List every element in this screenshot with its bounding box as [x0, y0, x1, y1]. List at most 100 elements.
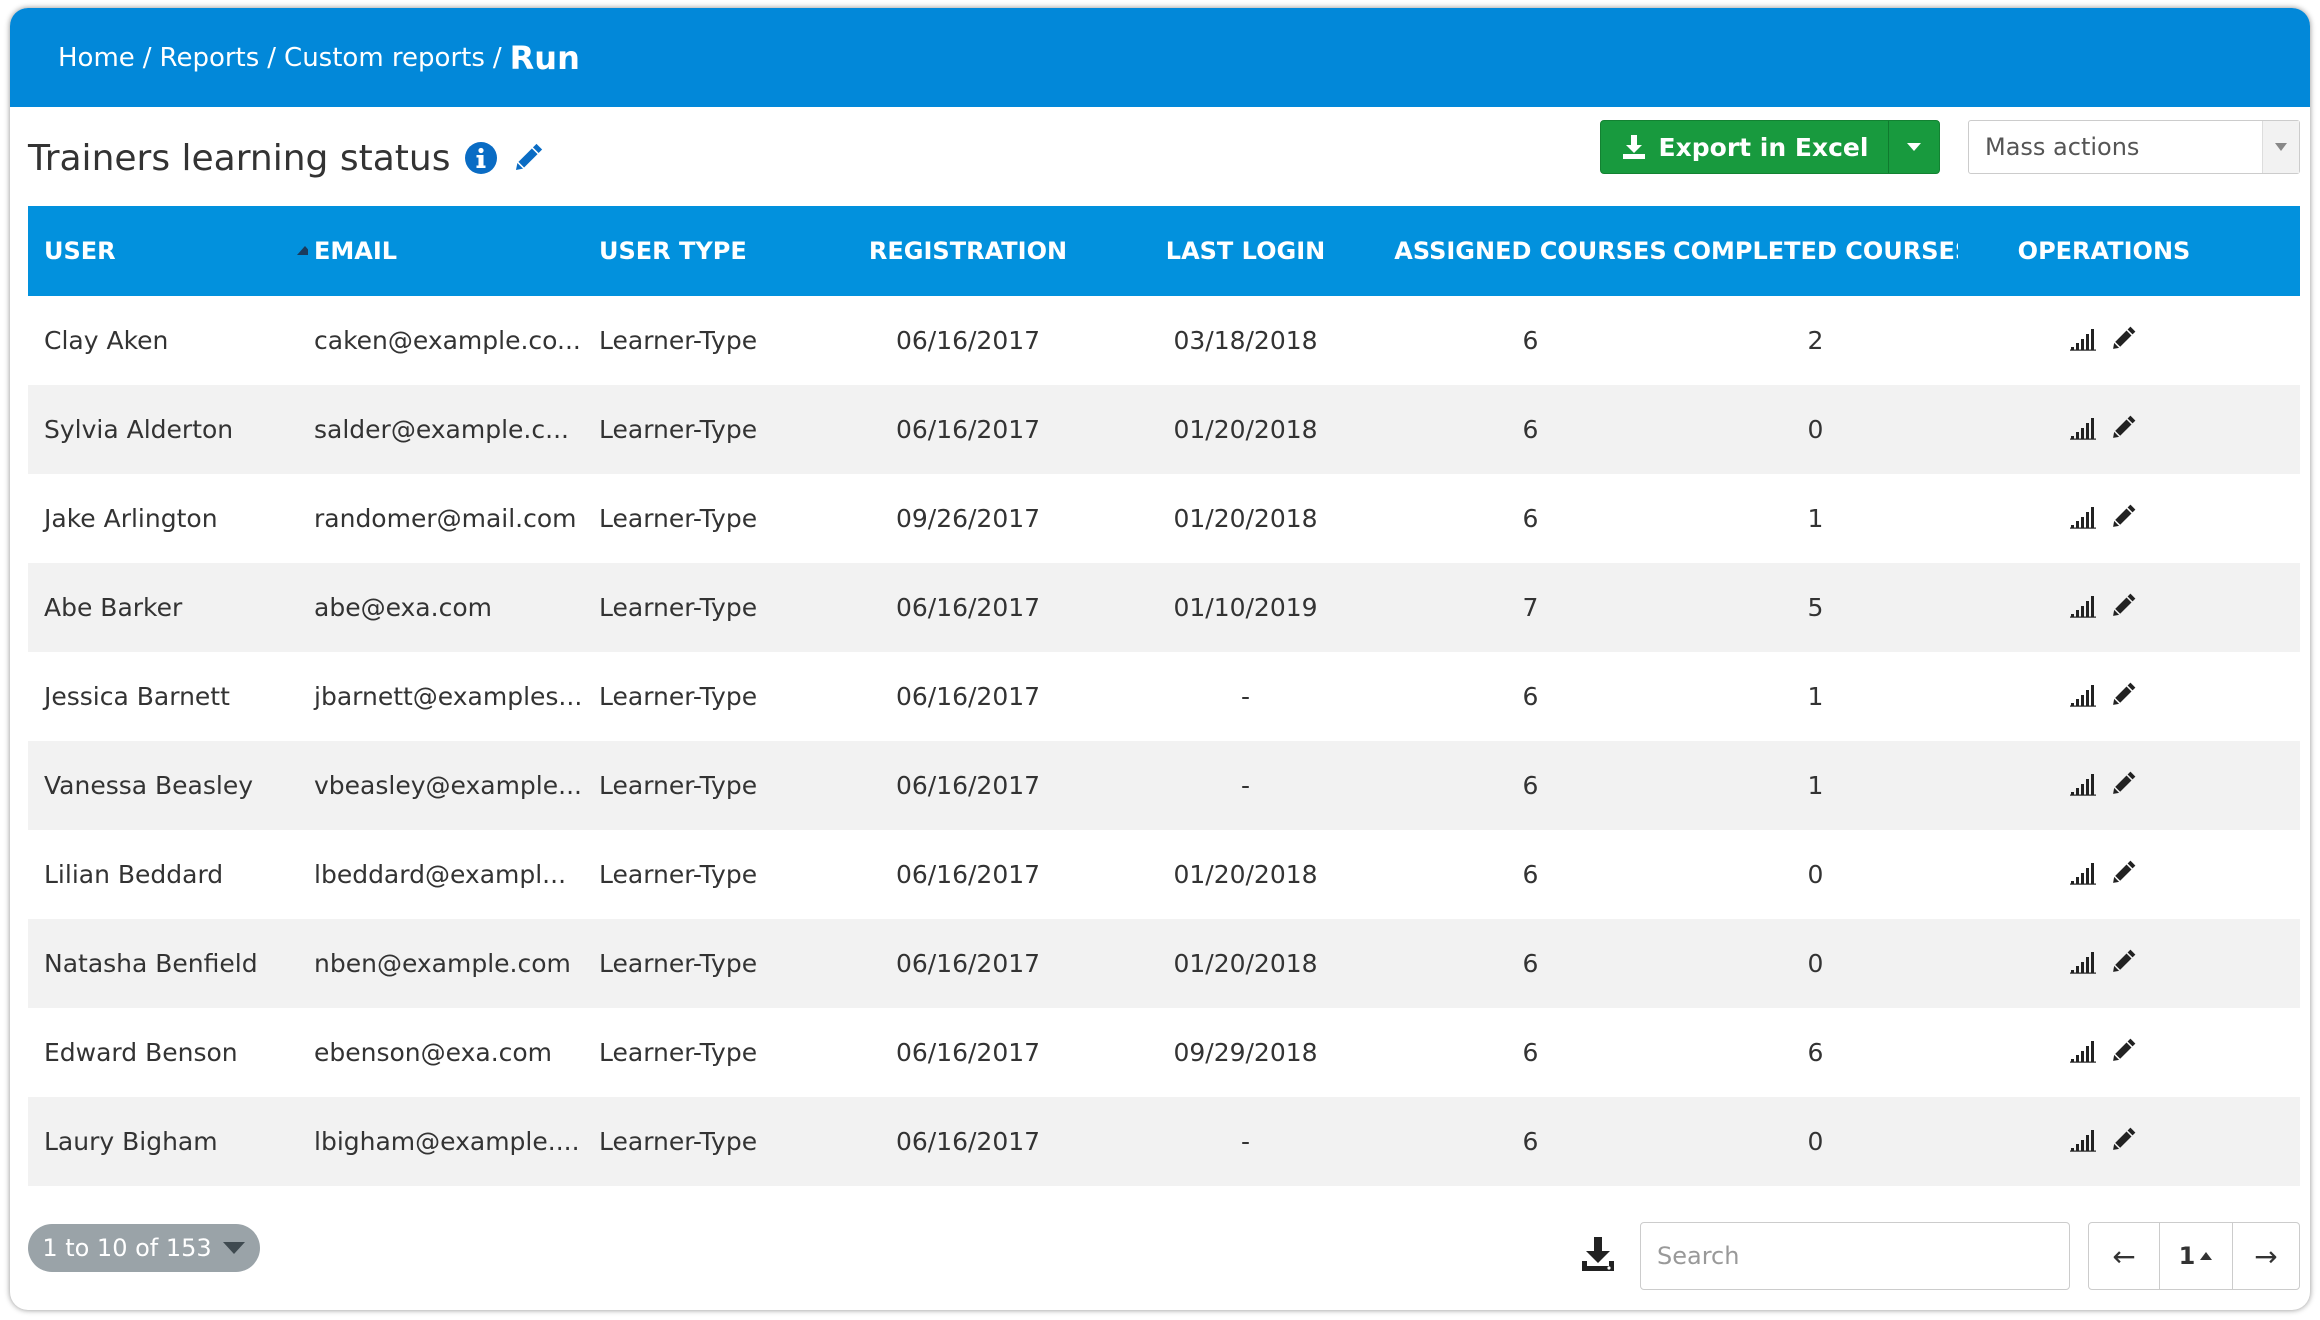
signal-bars-icon[interactable] [2070, 1128, 2100, 1152]
column-header-email[interactable]: EMAIL [308, 237, 593, 265]
cell-user-type: Learner-Type [599, 682, 758, 711]
pencil-icon[interactable] [2108, 1036, 2138, 1066]
export-excel-main[interactable]: Export in Excel [1601, 121, 1888, 173]
row-operations [2070, 680, 2138, 710]
table-row: Lilian Beddard lbeddard@exampl... Learner-… [28, 830, 2300, 919]
row-operations [2070, 1036, 2138, 1066]
column-header-user-type[interactable]: USER TYPE [593, 237, 833, 265]
signal-bars-icon[interactable] [2070, 861, 2100, 885]
column-header-completed-courses[interactable]: COMPLETED COURSES [1673, 237, 1958, 265]
cell-operations [1958, 413, 2250, 446]
signal-bars-icon[interactable] [2070, 1039, 2100, 1063]
page-range-label: 1 to 10 of 153 [42, 1234, 212, 1262]
cell-completed-courses: 1 [1807, 682, 1824, 711]
pencil-icon[interactable] [2108, 413, 2138, 443]
pencil-icon[interactable] [2108, 947, 2138, 977]
download-icon [1622, 135, 1645, 159]
column-header-operations: OPERATIONS [2017, 237, 2191, 265]
cell-completed-courses: 0 [1807, 1127, 1824, 1156]
caret-up-icon [2200, 1252, 2213, 1260]
signal-bars-icon[interactable] [2070, 772, 2100, 796]
breadcrumb-reports[interactable]: Reports [160, 43, 260, 73]
current-page-number: 1 [2178, 1242, 2196, 1270]
page-size-dropdown[interactable]: 1 to 10 of 153 [28, 1224, 260, 1272]
column-header-assigned-courses[interactable]: ASSIGNED COURSES [1388, 237, 1673, 265]
cell-assigned-courses: 6 [1522, 1127, 1539, 1156]
pencil-icon[interactable] [2108, 680, 2138, 710]
cell-operations [1958, 1125, 2250, 1158]
mass-actions-select[interactable]: Mass actions [1968, 120, 2300, 174]
cell-user: Sylvia Alderton [44, 415, 234, 444]
cell-user: Vanessa Beasley [44, 771, 254, 800]
row-operations [2070, 947, 2138, 977]
row-operations [2070, 413, 2138, 443]
breadcrumb: Home / Reports / Custom reports / Run [58, 8, 580, 107]
pencil-icon[interactable] [2108, 591, 2138, 621]
cell-assigned-courses: 6 [1522, 860, 1539, 889]
cell-operations [1958, 591, 2250, 624]
cell-completed-courses: 2 [1807, 326, 1824, 355]
title-row: Trainers learning status [28, 128, 546, 188]
column-header-user[interactable]: USER [28, 237, 308, 265]
caret-down-icon [1907, 143, 1921, 151]
cell-operations [1958, 947, 2250, 980]
cell-registration: 06/16/2017 [895, 1127, 1041, 1156]
cell-user-type: Learner-Type [599, 771, 758, 800]
export-excel-button[interactable]: Export in Excel [1600, 120, 1940, 174]
previous-page-button[interactable]: ← [2089, 1223, 2159, 1289]
sort-ascending-icon [297, 246, 308, 255]
cell-registration: 06/16/2017 [895, 860, 1041, 889]
cell-assigned-courses: 6 [1522, 771, 1539, 800]
signal-bars-icon[interactable] [2070, 950, 2100, 974]
cell-last-login: 01/20/2018 [1173, 415, 1318, 444]
breadcrumb-separator: / [142, 42, 152, 73]
column-header-label: USER [44, 237, 116, 265]
pencil-icon[interactable] [2108, 1125, 2138, 1155]
search-input[interactable] [1640, 1222, 2070, 1290]
signal-bars-icon[interactable] [2070, 327, 2100, 351]
pencil-icon[interactable] [2108, 324, 2138, 354]
app-window: Home / Reports / Custom reports / Run Tr… [10, 8, 2310, 1310]
pencil-icon[interactable] [2108, 769, 2138, 799]
signal-bars-icon[interactable] [2070, 683, 2100, 707]
signal-bars-icon[interactable] [2070, 505, 2100, 529]
cell-email: vbeasley@example... [314, 771, 582, 800]
breadcrumb-separator: / [267, 42, 277, 73]
cell-user: Laury Bigham [44, 1127, 218, 1156]
signal-bars-icon[interactable] [2070, 416, 2100, 440]
cell-assigned-courses: 6 [1522, 326, 1539, 355]
edit-report-pencil-icon[interactable] [510, 140, 546, 176]
next-page-button[interactable]: → [2233, 1223, 2299, 1289]
cell-email: nben@example.com [314, 949, 571, 978]
signal-bars-icon[interactable] [2070, 594, 2100, 618]
cell-completed-courses: 1 [1807, 771, 1824, 800]
cell-registration: 06/16/2017 [895, 682, 1041, 711]
row-operations [2070, 591, 2138, 621]
pencil-icon[interactable] [2108, 858, 2138, 888]
download-icon[interactable] [1578, 1235, 1618, 1275]
column-header-registration[interactable]: REGISTRATION [833, 237, 1103, 265]
cell-completed-courses: 5 [1807, 593, 1824, 622]
pencil-icon[interactable] [2108, 502, 2138, 532]
current-page-selector[interactable]: 1 [2159, 1223, 2233, 1289]
cell-registration: 06/16/2017 [895, 415, 1041, 444]
cell-registration: 06/16/2017 [895, 326, 1041, 355]
table-row: Abe Barker abe@exa.com Learner-Type 06/16/2… [28, 563, 2300, 652]
breadcrumb-home[interactable]: Home [58, 43, 135, 73]
cell-user-type: Learner-Type [599, 860, 758, 889]
cell-user-type: Learner-Type [599, 593, 758, 622]
cell-email: abe@exa.com [314, 593, 492, 622]
column-header-last-login[interactable]: LAST LOGIN [1103, 237, 1388, 265]
row-operations [2070, 324, 2138, 354]
cell-registration: 06/16/2017 [895, 771, 1041, 800]
breadcrumb-custom-reports[interactable]: Custom reports [284, 43, 485, 73]
cell-last-login: 01/20/2018 [1173, 860, 1318, 889]
cell-email: lbeddard@exampl... [314, 860, 567, 889]
export-dropdown-toggle[interactable] [1888, 121, 1939, 173]
cell-user-type: Learner-Type [599, 415, 758, 444]
table-row: Edward Benson ebenson@exa.com Learner-Type… [28, 1008, 2300, 1097]
info-icon[interactable] [464, 141, 498, 175]
chevron-down-icon [2262, 121, 2299, 173]
table-row: Clay Aken caken@example.co... Learner-Type… [28, 296, 2300, 385]
export-excel-label: Export in Excel [1658, 132, 1869, 162]
